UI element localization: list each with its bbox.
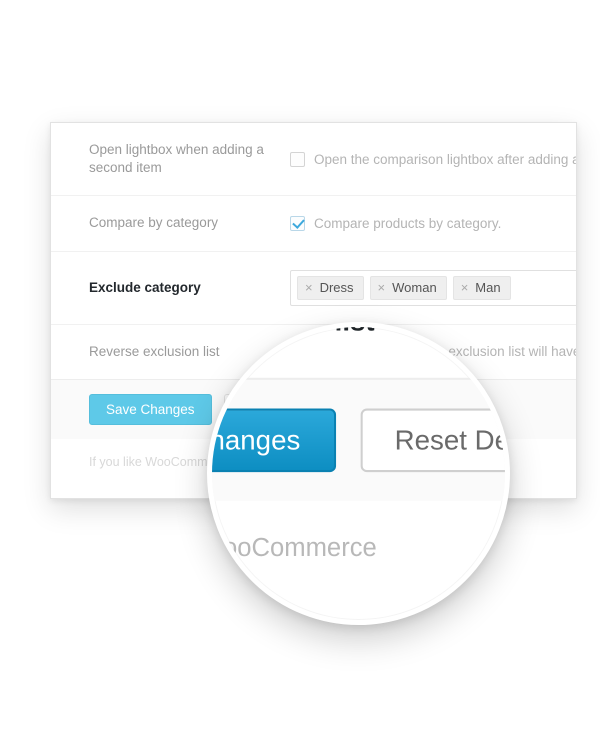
magnifier-lens: Open lightbox when adding a second item … [207, 322, 510, 625]
chip-label: Woman [392, 279, 437, 295]
compare-category-description: Compare products by category. [314, 216, 502, 232]
open-lightbox-checkbox[interactable] [290, 151, 305, 167]
table-row: Reverse exclusion list Only categories i… [212, 327, 505, 378]
row-control: Open the comparison lightbox after addin… [290, 123, 577, 196]
save-button[interactable]: Save Changes [89, 393, 212, 426]
category-chip[interactable]: × Woman [369, 275, 447, 300]
open-lightbox-description: Open the comparison lightbox after addin… [314, 151, 577, 167]
open-lightbox-checkbox-row[interactable]: Open the comparison lightbox after addin… [290, 151, 577, 167]
magnified-panel-footer: Save Changes Reset Defaults [212, 377, 505, 502]
magnified-reset-defaults-button[interactable]: Reset Defaults [359, 408, 505, 473]
category-chip[interactable]: × Dress [297, 275, 364, 300]
row-label-compare-category: Compare by category [89, 215, 219, 231]
table-row: Exclude category × Dress × Woman × Man [51, 251, 576, 325]
chip-label: Dress [319, 279, 354, 295]
table-row: Compare by category Compare products by … [51, 196, 576, 252]
remove-icon[interactable]: × [305, 281, 313, 294]
magnified-promo-text: If you like WooCommerce [207, 534, 377, 564]
chip-label: Man [475, 279, 501, 295]
compare-category-checkbox-row[interactable]: Compare products by category. [290, 216, 576, 232]
magnified-row-label-reverse-exclusion: Reverse exclusion list [212, 327, 496, 378]
compare-category-checkbox[interactable] [290, 216, 305, 232]
row-control: Compare products by category. [290, 196, 576, 251]
row-label-exclude-category: Exclude category [89, 279, 201, 295]
remove-icon[interactable]: × [461, 281, 469, 294]
category-chip[interactable]: × Man [452, 275, 511, 300]
row-label-open-lightbox: Open lightbox when adding a second item [89, 142, 264, 176]
row-control: × Dress × Woman × Man [290, 251, 576, 324]
table-row: Open lightbox when adding a second item … [51, 123, 577, 196]
magnifier-content: Open lightbox when adding a second item … [207, 327, 505, 596]
magnified-save-button[interactable]: Save Changes [212, 408, 336, 473]
magnified-form-table: Open lightbox when adding a second item … [212, 327, 505, 378]
exclude-category-input[interactable]: × Dress × Woman × Man [290, 269, 576, 306]
remove-icon[interactable]: × [378, 281, 386, 294]
